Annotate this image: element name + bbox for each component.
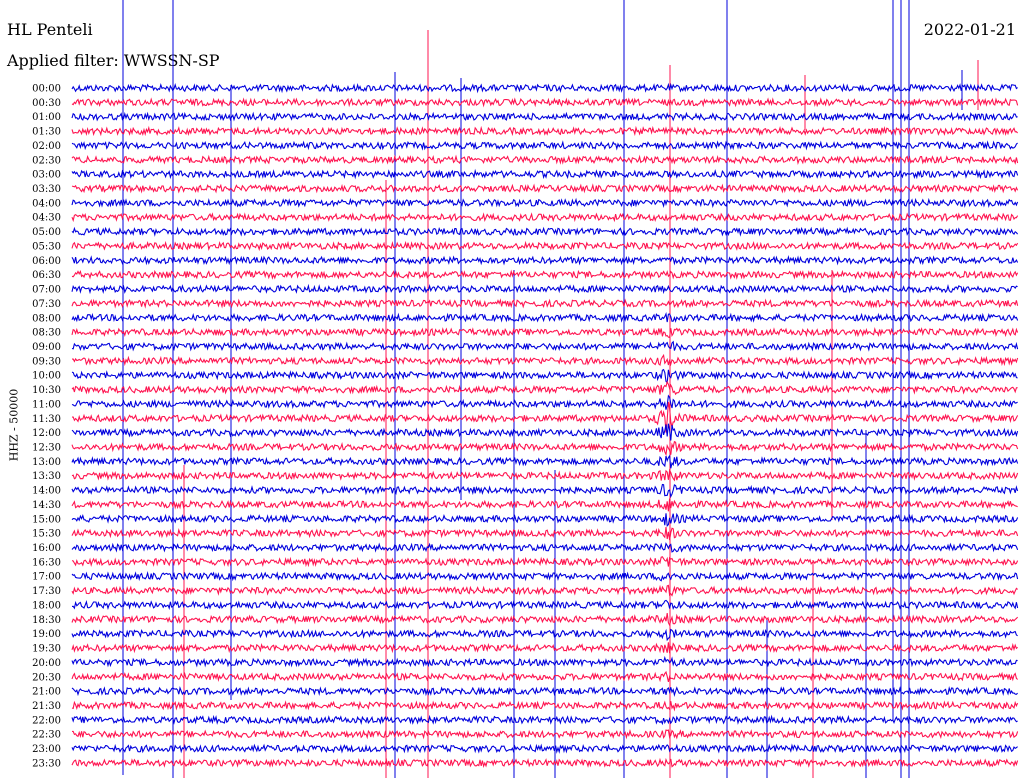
trace-row — [71, 512, 1019, 528]
trace-row — [71, 542, 1019, 553]
time-tick-label: 05:00 — [32, 227, 61, 238]
time-tick-label: 20:30 — [32, 672, 61, 683]
time-tick-label: 02:30 — [32, 155, 61, 166]
trace-row — [71, 613, 1019, 627]
time-tick-label: 17:30 — [32, 586, 61, 597]
time-tick-label: 15:00 — [32, 514, 61, 525]
time-tick-label: 10:00 — [32, 371, 61, 382]
time-tick-label: 22:30 — [32, 730, 61, 741]
trace-row — [71, 670, 1018, 683]
time-tick-label: 11:00 — [32, 399, 61, 410]
time-tick-label: 14:00 — [32, 486, 61, 497]
trace-row — [71, 556, 1019, 568]
trace-row — [71, 154, 1019, 166]
time-tick-label: 22:00 — [32, 715, 61, 726]
time-tick-label: 14:30 — [32, 500, 61, 511]
trace-row — [71, 714, 1018, 726]
trace-row — [71, 483, 1019, 499]
time-tick-label: 16:00 — [32, 543, 61, 554]
time-tick-label: 00:00 — [32, 84, 61, 95]
time-tick-label: 07:00 — [32, 285, 61, 296]
trace-row — [71, 111, 1018, 122]
time-tick-label: 00:30 — [32, 98, 61, 109]
time-tick-label: 20:00 — [32, 658, 61, 669]
trace-row — [71, 642, 1018, 654]
trace-row — [71, 197, 1019, 209]
time-tick-label: 19:00 — [32, 629, 61, 640]
time-tick-label: 11:30 — [32, 414, 61, 425]
trace-row — [71, 298, 1019, 309]
time-tick-label: 10:30 — [32, 385, 61, 396]
time-tick-label: 23:00 — [32, 744, 61, 755]
trace-row — [71, 599, 1019, 611]
time-tick-labels: 00:00 00:30 01:00 01:30 02:00 02:30 03:00 03:30… — [32, 84, 61, 770]
trace-row — [72, 353, 1019, 367]
trace-row — [71, 527, 1019, 541]
trace-row — [71, 368, 1018, 384]
trace-row — [71, 423, 1019, 441]
trace-row — [71, 655, 1018, 668]
trace-row — [71, 394, 1018, 410]
time-tick-label: 15:30 — [32, 529, 61, 540]
time-tick-label: 01:00 — [32, 112, 61, 123]
trace-row — [71, 584, 1018, 597]
time-tick-label: 21:00 — [32, 687, 61, 698]
trace-row — [71, 440, 1019, 457]
trace-row — [71, 269, 1019, 280]
time-tick-label: 08:30 — [32, 328, 61, 339]
trace-row — [71, 498, 1018, 512]
time-tick-label: 12:00 — [32, 428, 61, 439]
trace-row — [71, 212, 1019, 223]
trace-row — [71, 254, 1019, 266]
time-tick-label: 02:00 — [32, 141, 61, 152]
trace-row — [71, 380, 1018, 396]
trace-row — [72, 729, 1019, 740]
time-tick-label: 06:00 — [32, 256, 61, 267]
trace-row — [71, 757, 1019, 769]
time-tick-label: 16:30 — [32, 557, 61, 568]
time-tick-label: 23:30 — [32, 758, 61, 769]
trace-row — [72, 401, 1019, 433]
time-tick-label: 19:30 — [32, 644, 61, 655]
trace-row — [71, 82, 1018, 94]
time-tick-label: 12:30 — [32, 443, 61, 454]
time-tick-label: 09:00 — [32, 342, 61, 353]
trace-row — [71, 240, 1019, 252]
trace-row — [71, 454, 1019, 469]
trace-row — [71, 140, 1018, 151]
trace-row — [71, 743, 1018, 754]
time-tick-label: 04:00 — [32, 198, 61, 209]
trace-row — [71, 125, 1019, 137]
time-tick-label: 03:30 — [32, 184, 61, 195]
time-tick-label: 08:00 — [32, 313, 61, 324]
time-tick-label: 06:30 — [32, 270, 61, 281]
time-tick-label: 09:30 — [32, 356, 61, 367]
trace-row — [71, 183, 1019, 194]
trace-row — [71, 327, 1019, 339]
seismic-traces — [71, 82, 1019, 769]
time-tick-label: 01:30 — [32, 127, 61, 138]
trace-row — [71, 628, 1018, 642]
trace-row — [71, 685, 1018, 698]
trace-row — [71, 283, 1018, 295]
trace-row — [71, 468, 1019, 482]
time-tick-label: 05:30 — [32, 241, 61, 252]
helicorder-plot: 00:00 00:30 01:00 01:30 02:00 02:30 03:00 03:30… — [32, 0, 1019, 778]
time-tick-label: 18:30 — [32, 615, 61, 626]
trace-row — [71, 570, 1019, 582]
time-tick-label: 13:30 — [32, 471, 61, 482]
trace-row — [71, 97, 1019, 108]
trace-row — [71, 226, 1019, 237]
trace-row — [71, 700, 1019, 712]
trace-row — [71, 340, 1019, 352]
time-tick-label: 13:00 — [32, 457, 61, 468]
time-tick-label: 18:00 — [32, 600, 61, 611]
time-tick-label: 04:30 — [32, 213, 61, 224]
time-tick-label: 21:30 — [32, 701, 61, 712]
time-tick-label: 17:00 — [32, 572, 61, 583]
trace-row — [71, 168, 1019, 180]
time-tick-label: 07:30 — [32, 299, 61, 310]
time-tick-label: 03:00 — [32, 170, 61, 181]
trace-row — [71, 311, 1019, 323]
